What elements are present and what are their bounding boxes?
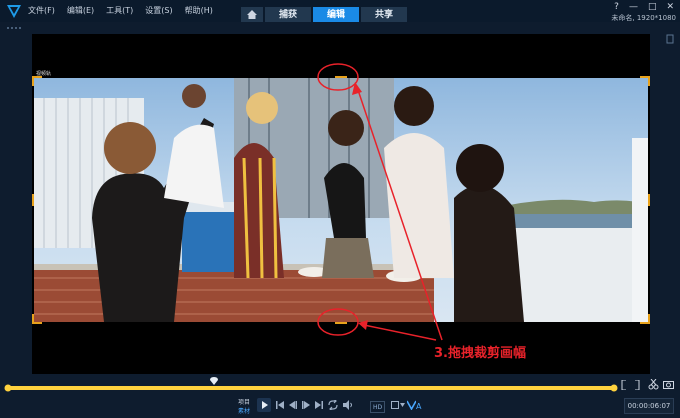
split-icon[interactable] bbox=[648, 379, 659, 390]
playback-controls: 项目 素材 HD A 00:00:06:07 bbox=[0, 379, 680, 418]
menu-file[interactable]: 文件(F) bbox=[28, 5, 55, 16]
chevron-down-icon[interactable] bbox=[400, 403, 405, 407]
crop-mode-icon[interactable] bbox=[390, 400, 400, 410]
track-label: 视频轨 bbox=[36, 71, 52, 77]
volume-icon[interactable] bbox=[343, 400, 353, 410]
annotation-text: 3.拖拽裁剪画幅 bbox=[434, 346, 526, 361]
scrub-start-marker-icon[interactable] bbox=[4, 383, 12, 393]
play-icon[interactable] bbox=[257, 398, 271, 412]
scrub-end-marker-icon[interactable] bbox=[610, 383, 618, 393]
maximize-icon[interactable]: □ bbox=[648, 2, 657, 12]
mark-in-icon[interactable] bbox=[621, 380, 627, 390]
format-badge[interactable]: HD bbox=[370, 401, 386, 413]
menu-bar: 文件(F) 编辑(E) 工具(T) 设置(S) 帮助(H) bbox=[28, 5, 225, 16]
v-track-icon[interactable] bbox=[407, 400, 416, 410]
help-icon[interactable]: ? bbox=[614, 2, 619, 12]
start-icon[interactable] bbox=[276, 401, 284, 409]
home-icon bbox=[247, 10, 257, 19]
end-icon[interactable] bbox=[315, 401, 323, 409]
menu-help[interactable]: 帮助(H) bbox=[185, 5, 213, 16]
video-preview[interactable]: 视频轨 bbox=[32, 34, 650, 374]
menu-settings[interactable]: 设置(S) bbox=[145, 5, 172, 16]
timecode-display[interactable]: 00:00:06:07 bbox=[624, 398, 674, 414]
playhead-icon[interactable] bbox=[210, 377, 219, 385]
next-frame-icon[interactable] bbox=[302, 401, 310, 409]
repeat-icon[interactable] bbox=[328, 400, 338, 410]
panel-side-handle-icon[interactable] bbox=[666, 34, 674, 44]
scrub-bar[interactable] bbox=[6, 386, 616, 390]
close-icon[interactable]: ✕ bbox=[666, 2, 674, 12]
title-bar: 文件(F) 编辑(E) 工具(T) 设置(S) 帮助(H) 捕获 编辑 共享 ?… bbox=[0, 0, 680, 24]
minimize-icon[interactable]: — bbox=[629, 2, 638, 12]
crop-handles[interactable] bbox=[32, 76, 650, 324]
menu-tools[interactable]: 工具(T) bbox=[106, 5, 133, 16]
panel-gripper-icon[interactable] bbox=[6, 26, 22, 30]
mark-out-icon[interactable] bbox=[634, 380, 640, 390]
window-buttons: ? — □ ✕ bbox=[614, 2, 674, 12]
snapshot-icon[interactable] bbox=[663, 379, 674, 390]
app-logo-icon bbox=[7, 5, 21, 18]
a-track-toggle[interactable]: A bbox=[416, 399, 421, 413]
prev-frame-icon[interactable] bbox=[289, 401, 297, 409]
menu-edit[interactable]: 编辑(E) bbox=[67, 5, 94, 16]
mode-project-label[interactable]: 项目 bbox=[238, 397, 250, 406]
mode-clip-label[interactable]: 素材 bbox=[238, 406, 250, 415]
